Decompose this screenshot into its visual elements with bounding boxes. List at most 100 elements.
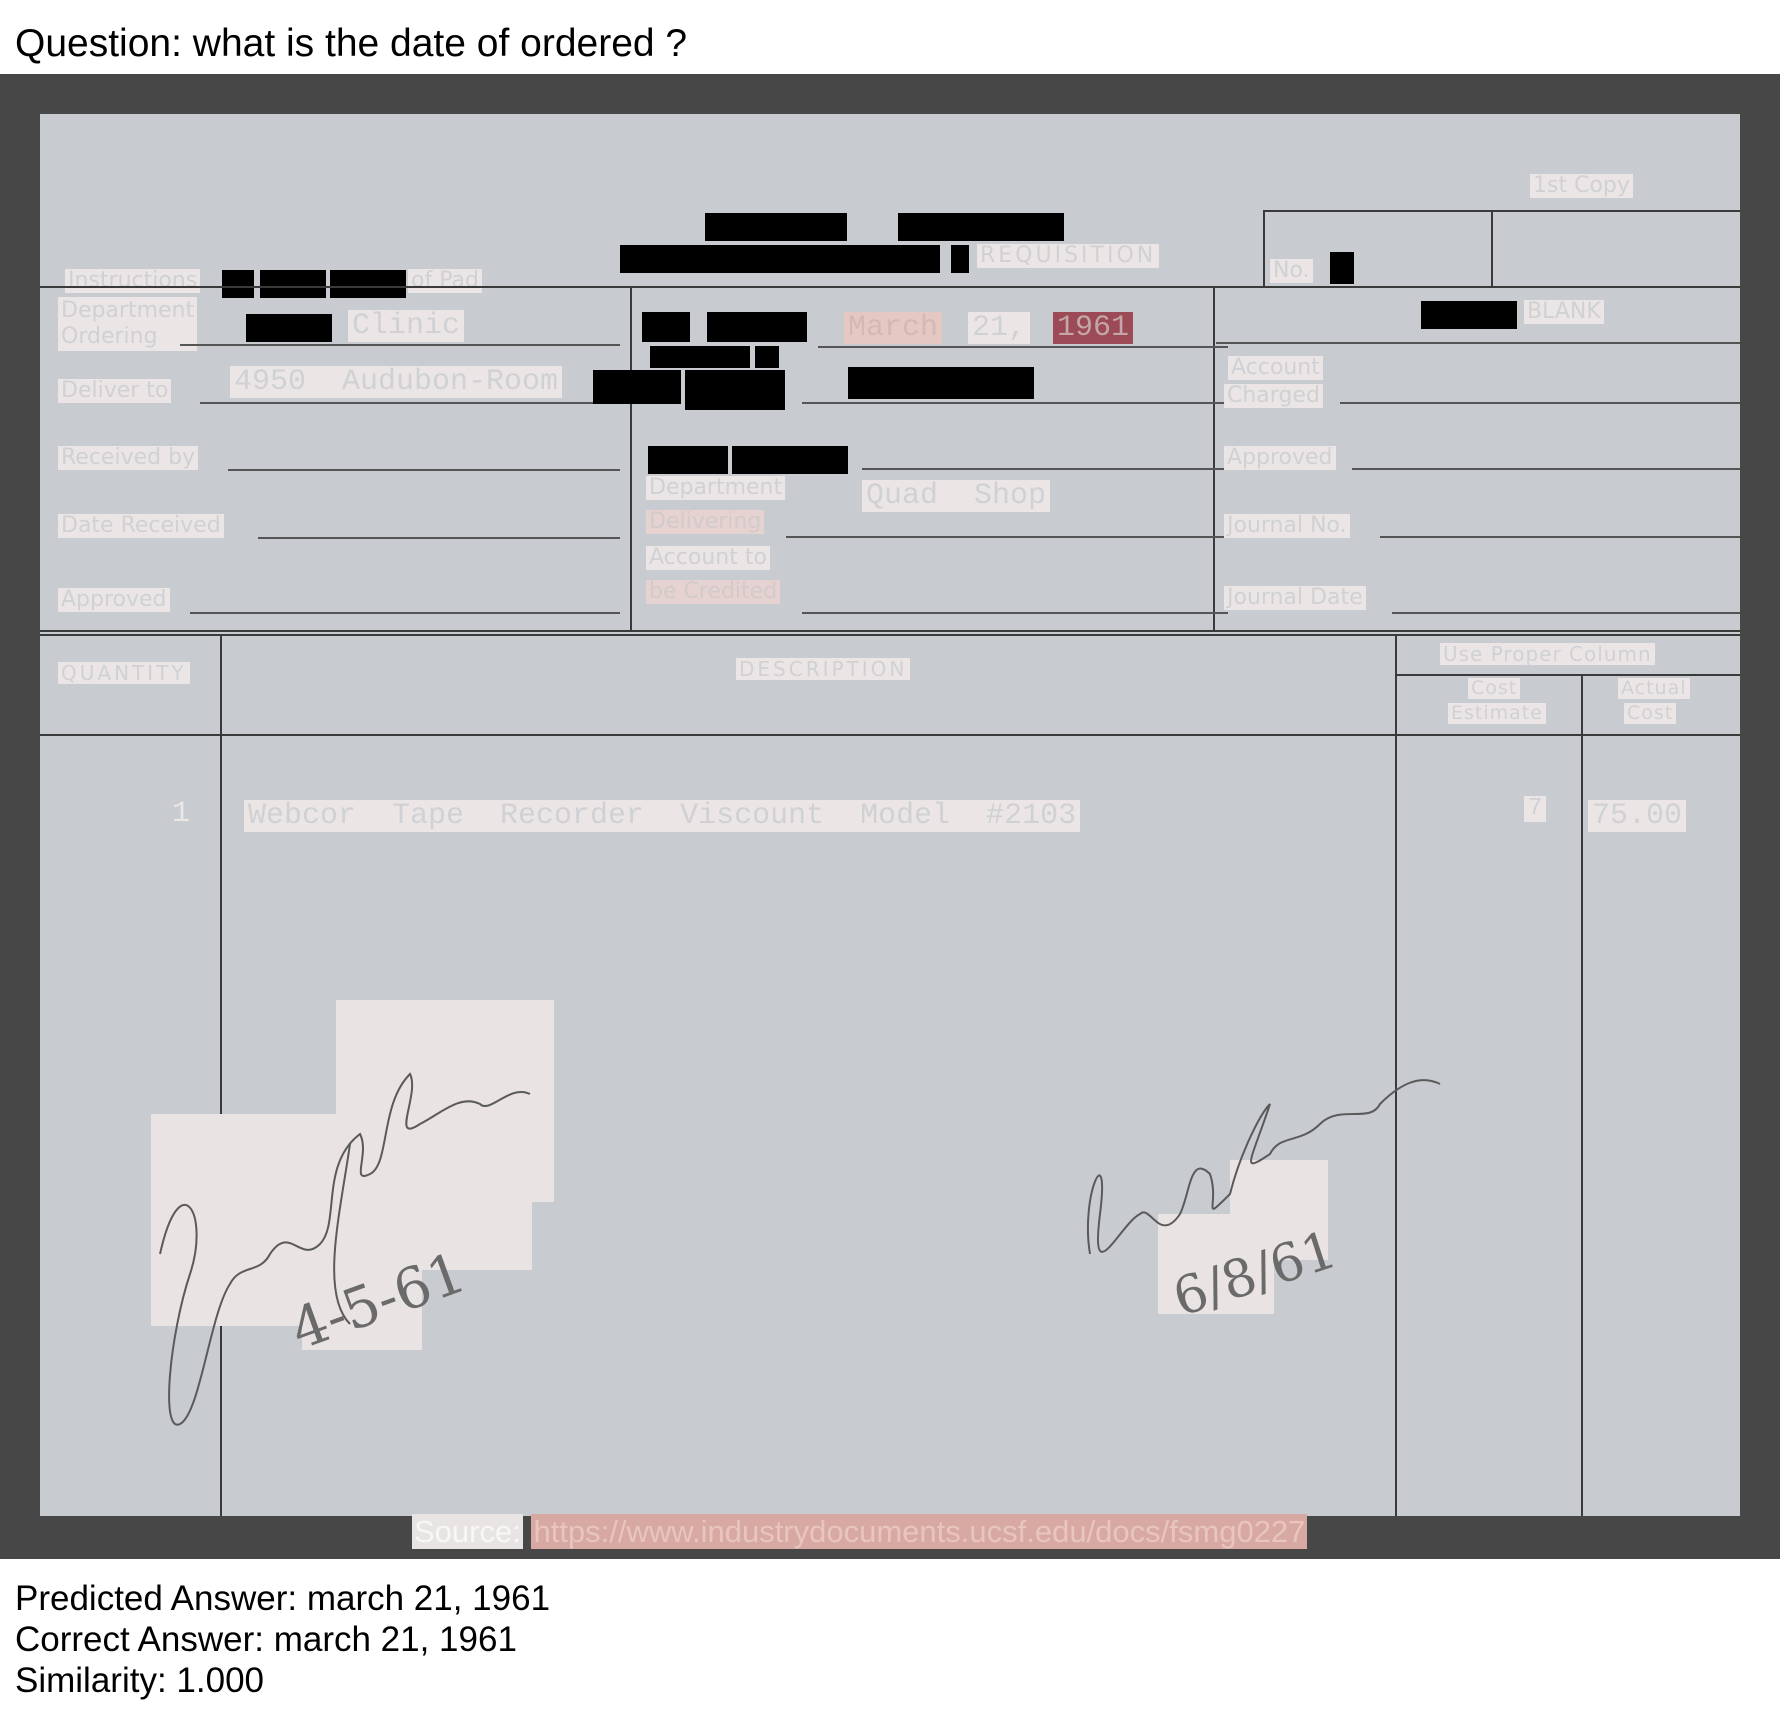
redaction (650, 346, 750, 368)
source-label: Source: (412, 1514, 523, 1549)
redaction (898, 213, 1064, 241)
field-line (802, 612, 1228, 614)
deliver-to-label: Deliver to (58, 379, 172, 403)
row-cost-estimate: 7 (1524, 796, 1547, 822)
actual-cost-header-2: Cost (1624, 703, 1677, 724)
redaction (951, 245, 969, 273)
divider (40, 634, 1740, 636)
left-signature-date-text: 4-5-61 (282, 1240, 474, 1363)
redaction (642, 312, 690, 342)
divider (40, 286, 1740, 288)
department-delivering-label-1: Department (646, 476, 786, 500)
divider (40, 630, 1740, 632)
redaction (330, 270, 406, 298)
redaction (222, 270, 254, 298)
received-by-label: Received by (58, 446, 199, 470)
correct-answer-value: march 21, 1961 (273, 1620, 517, 1659)
order-date-month: March (844, 312, 943, 344)
question: Question: what is the date of ordered ? (15, 20, 687, 68)
account-charged-label-1: Account (1228, 356, 1323, 380)
field-line (1340, 402, 1740, 404)
redaction (260, 270, 326, 298)
of-pad-label: of Pad (408, 269, 482, 293)
field-line (258, 537, 620, 539)
field-line (862, 468, 1228, 470)
left-signature-date: 4-5-61 (282, 1240, 474, 1363)
source-line: Source: https://www.industrydocuments.uc… (412, 1514, 1308, 1549)
copy-label: 1st Copy (1530, 174, 1633, 198)
redaction (620, 245, 940, 273)
right-signature-date-text: 6/8/61 (1166, 1220, 1344, 1329)
account-credited-label-2: be Credited (646, 580, 781, 604)
divider (1263, 210, 1265, 286)
use-proper-column-header: Use Proper Column (1440, 643, 1655, 665)
actual-cost-header-1: Actual (1618, 678, 1690, 699)
deliver-to-value: 4950 Audubon-Room (230, 366, 563, 398)
redaction (1330, 252, 1354, 284)
field-line (818, 346, 1228, 348)
redaction (246, 314, 332, 342)
requisition-form: 1st Copy REQUISITION Instructions of Pad… (40, 114, 1740, 1516)
order-date-year: 1961 (1053, 312, 1134, 344)
instructions-label: Instructions (65, 269, 201, 293)
redaction (648, 446, 728, 474)
form-title: REQUISITION (977, 244, 1160, 268)
field-line (200, 402, 620, 404)
date-received-label: Date Received (58, 514, 224, 538)
field-line (190, 612, 620, 614)
quantity-header: QUANTITY (58, 662, 190, 684)
row-description: Webcor Tape Recorder Viscount Model #210… (244, 800, 1081, 832)
order-date-day: 21, (968, 312, 1031, 344)
journal-date-label: Journal Date (1224, 586, 1366, 610)
redaction (705, 213, 847, 241)
divider (1213, 286, 1215, 630)
account-credited-label-1: Account to (646, 546, 770, 570)
question-label: Question: (15, 22, 182, 65)
redaction (848, 367, 1034, 399)
document-scan: 1st Copy REQUISITION Instructions of Pad… (0, 74, 1780, 1559)
field-line (786, 536, 1228, 538)
divider (1263, 210, 1740, 212)
redaction (707, 312, 807, 342)
right-signature-date: 6/8/61 (1166, 1220, 1344, 1329)
redaction (732, 446, 848, 474)
source-url[interactable]: https://www.industrydocuments.ucsf.edu/d… (531, 1514, 1308, 1549)
journal-no-label: Journal No. (1224, 514, 1350, 538)
divider (1395, 674, 1740, 676)
approved-label-left: Approved (58, 588, 170, 612)
blank-label: BLANK (1524, 300, 1604, 324)
description-header: DESCRIPTION (736, 658, 911, 680)
redaction (685, 370, 785, 410)
predicted-answer: Predicted Answer: march 21, 1961 (15, 1578, 550, 1619)
divider (40, 734, 1740, 736)
redaction (1421, 301, 1517, 329)
field-line (1380, 536, 1740, 538)
field-line (228, 469, 620, 471)
department-ordering-label: Department Ordering (58, 297, 198, 351)
account-charged-label-2: Charged (1224, 384, 1323, 408)
field-line (1352, 468, 1740, 470)
approved-label-right: Approved (1224, 446, 1336, 470)
divider (630, 286, 632, 630)
field-line (802, 402, 1228, 404)
predicted-answer-value: march 21, 1961 (306, 1579, 551, 1618)
similarity-label: Similarity: (15, 1661, 167, 1700)
redaction (755, 346, 779, 368)
department-value: Clinic (348, 310, 465, 342)
answers-block: Predicted Answer: march 21, 1961 Correct… (15, 1578, 550, 1701)
similarity: Similarity: 1.000 (15, 1660, 550, 1701)
field-line (180, 344, 620, 346)
department-delivering-value: Quad Shop (862, 480, 1051, 512)
similarity-value: 1.000 (176, 1661, 265, 1700)
field-line (1392, 612, 1740, 614)
row-quantity: 1 (172, 797, 191, 831)
cost-estimate-header-1: Cost (1468, 678, 1521, 699)
row-actual-cost: 75.00 (1588, 800, 1687, 832)
no-label: No. (1270, 259, 1313, 283)
correct-answer: Correct Answer: march 21, 1961 (15, 1619, 550, 1660)
predicted-answer-label: Predicted Answer: (15, 1579, 298, 1618)
question-text: what is the date of ordered ? (192, 22, 688, 65)
department-delivering-label-2: Delivering (646, 510, 765, 534)
divider (1581, 674, 1583, 1516)
correct-answer-label: Correct Answer: (15, 1620, 264, 1659)
